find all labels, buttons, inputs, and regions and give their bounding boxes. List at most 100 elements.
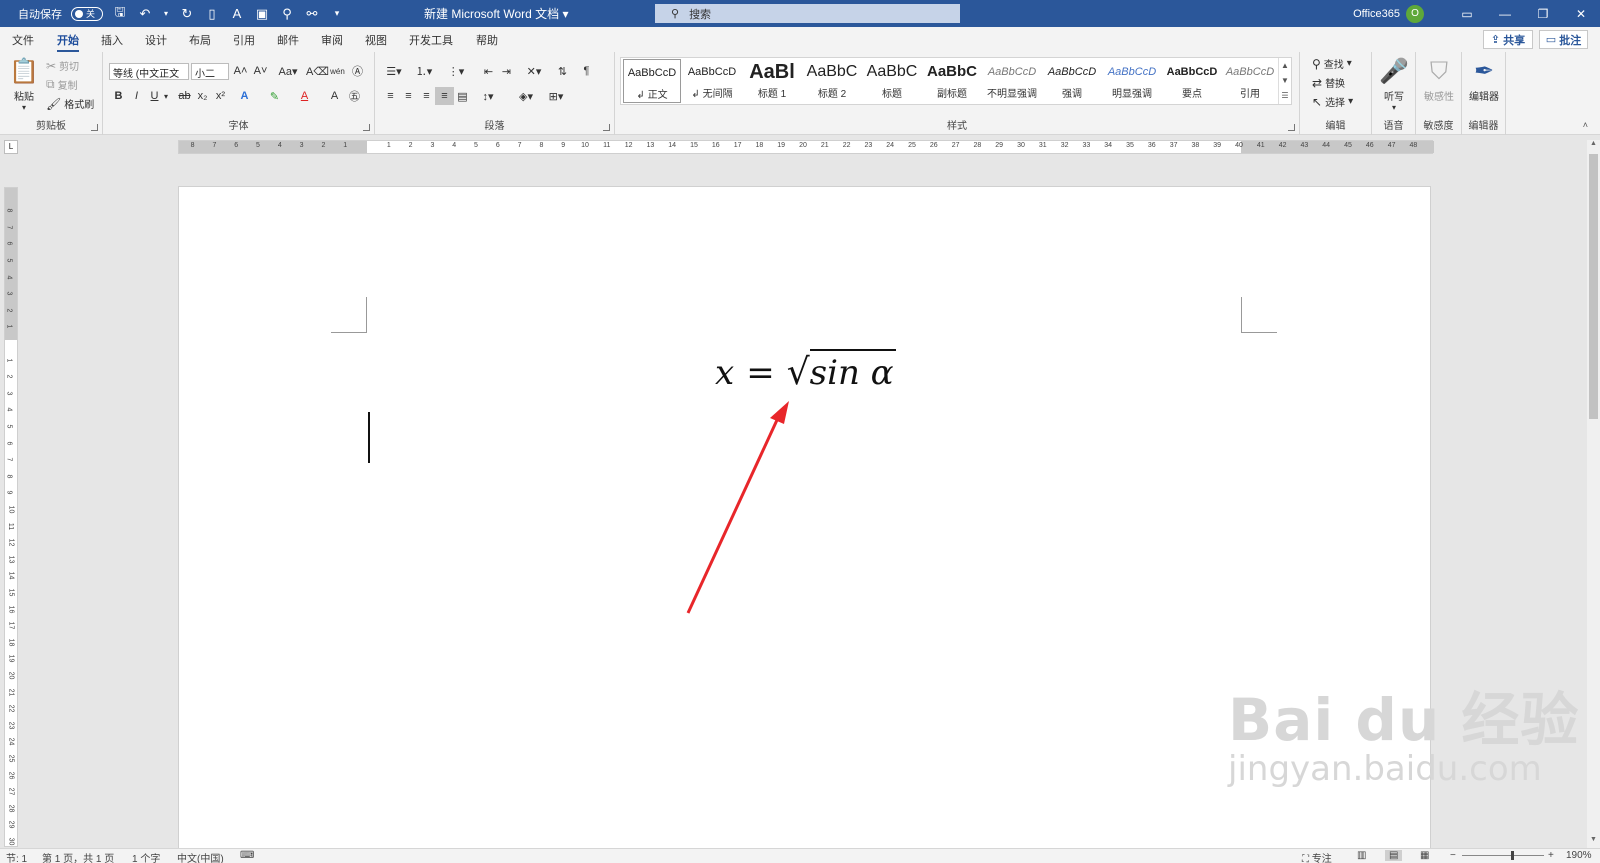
dictate-button[interactable]: 🎤 听写 ▾ — [1374, 56, 1414, 112]
scroll-down-icon[interactable]: ▼ — [1587, 836, 1600, 848]
org-chart-icon[interactable]: ⚯ — [304, 6, 320, 22]
highlight-icon[interactable]: ✎ — [265, 87, 284, 105]
print-layout-icon[interactable]: ▤ — [1385, 850, 1403, 861]
justify-icon[interactable]: ≡ — [435, 87, 454, 105]
scroll-thumb[interactable] — [1589, 154, 1598, 419]
vertical-scrollbar[interactable]: ▲ ▼ — [1587, 140, 1600, 848]
superscript-icon[interactable]: x² — [211, 87, 230, 105]
avatar[interactable]: O — [1406, 4, 1424, 23]
change-case-icon[interactable]: Aa▾ — [275, 62, 301, 80]
screenshot-icon[interactable]: ▣ — [254, 6, 270, 22]
style-intense-emphasis[interactable]: AaBbCcD 明显强调 — [1103, 59, 1161, 103]
multilevel-list-icon[interactable]: ⋮▾ — [443, 62, 469, 80]
touch-mode-icon[interactable]: ▯ — [204, 6, 220, 22]
find-icon[interactable]: ⚲ — [279, 6, 295, 22]
bullets-icon[interactable]: ☰▾ — [381, 62, 407, 80]
style-heading-1[interactable]: AaBl 标题 1 — [743, 59, 801, 103]
gallery-more-icon[interactable]: ☰ — [1279, 88, 1291, 103]
font-size-combo[interactable]: 小二 — [191, 63, 229, 80]
share-button[interactable]: ⇪ 共享 — [1483, 30, 1533, 49]
scroll-up-icon[interactable]: ▲ — [1587, 140, 1600, 152]
autosave-toggle[interactable]: 关 — [71, 6, 103, 21]
italic-icon[interactable]: I — [127, 87, 146, 105]
font-launcher-icon[interactable] — [363, 124, 370, 131]
shading-icon[interactable]: ◈▾ — [513, 87, 539, 105]
equation[interactable]: x = √ sin α — [715, 349, 896, 393]
chinese-layout-icon[interactable]: ✕▾ — [521, 62, 547, 80]
save-icon[interactable]: 🖫 — [112, 4, 128, 22]
align-center-icon[interactable]: ≡ — [399, 87, 418, 105]
style-title[interactable]: AaBbC 标题 — [863, 59, 921, 103]
read-mode-icon[interactable]: ▥ — [1357, 850, 1366, 861]
status-words[interactable]: 1 个字 — [132, 850, 160, 863]
strikethrough-icon[interactable]: ab — [175, 87, 194, 105]
status-language[interactable]: 中文(中国) — [177, 850, 224, 863]
style-normal[interactable]: AaBbCcD ↲ 正文 — [623, 59, 681, 103]
font-name-combo[interactable]: 等线 (中文正文 — [109, 63, 189, 80]
cut-button[interactable]: ✂ 剪切 — [46, 58, 79, 74]
clipboard-launcher-icon[interactable] — [91, 124, 98, 131]
find-button[interactable]: ⚲ 查找 ▾ — [1312, 56, 1352, 72]
zoom-slider-thumb[interactable] — [1511, 851, 1514, 860]
increase-indent-icon[interactable]: ⇥ — [497, 62, 516, 80]
tab-selector[interactable]: L — [4, 140, 18, 154]
style-subtle-emphasis[interactable]: AaBbCcD 不明显强调 — [983, 59, 1041, 103]
tab-design[interactable]: 设计 — [145, 32, 167, 48]
web-layout-icon[interactable]: ▦ — [1420, 850, 1429, 861]
tab-mailings[interactable]: 邮件 — [277, 32, 299, 48]
underline-dropdown-icon[interactable]: ▾ — [161, 87, 171, 105]
restore-icon[interactable]: ❐ — [1524, 0, 1562, 27]
tab-view[interactable]: 视图 — [365, 32, 387, 48]
vertical-ruler[interactable]: 8 7 6 5 4 3 2 1 1 2 3 4 5 6 7 8 9 10 11 12 13 14 15 16 17 18 19 20 2… — [4, 187, 18, 847]
numbering-icon[interactable]: ⒈▾ — [411, 62, 437, 80]
phonetic-guide-icon[interactable]: wén — [328, 62, 347, 80]
text-effects-icon[interactable]: A — [235, 87, 254, 105]
ribbon-display-options-icon[interactable]: ▭ — [1448, 0, 1486, 27]
line-spacing-icon[interactable]: ↕▾ — [475, 87, 501, 105]
customize-icon[interactable]: ▾ — [329, 6, 345, 22]
font-color-icon[interactable]: A — [295, 87, 314, 105]
proofing-icon[interactable]: ⌨ — [240, 850, 254, 861]
char-border-icon[interactable]: Ⓐ — [348, 62, 367, 80]
horizontal-ruler[interactable]: 8 7 6 5 4 3 2 1 1 2 3 4 5 6 7 8 9 10 11 12 13 14 15 16 17 18 19 20 2… — [178, 140, 1434, 154]
sort-icon[interactable]: ⇅ — [553, 62, 572, 80]
style-quote[interactable]: AaBbCcD 引用 — [1221, 59, 1279, 103]
shrink-font-icon[interactable]: A˅ — [251, 62, 270, 80]
subscript-icon[interactable]: x₂ — [193, 87, 212, 105]
format-painter-button[interactable]: 🖌 格式刷 — [46, 96, 94, 112]
editor-button[interactable]: ✒ 编辑器 — [1464, 56, 1504, 103]
style-subtitle[interactable]: AaBbC 副标题 — [923, 59, 981, 103]
zoom-in-icon[interactable]: + — [1548, 850, 1554, 861]
tab-developer[interactable]: 开发工具 — [409, 32, 453, 48]
paragraph-launcher-icon[interactable] — [603, 124, 610, 131]
search-box[interactable]: ⚲ 搜索 — [655, 4, 960, 23]
align-right-icon[interactable]: ≡ — [417, 87, 436, 105]
status-page[interactable]: 第 1 页，共 1 页 — [42, 850, 114, 863]
tab-review[interactable]: 审阅 — [321, 32, 343, 48]
focus-button[interactable]: ⛶ 专注 — [1302, 850, 1332, 863]
gallery-up-icon[interactable]: ▲ — [1279, 58, 1291, 73]
read-aloud-icon[interactable]: A — [229, 6, 245, 22]
document-title[interactable]: 新建 Microsoft Word 文档 ▾ — [424, 5, 569, 22]
status-section[interactable]: 节: 1 — [6, 850, 27, 863]
zoom-slider[interactable] — [1462, 855, 1544, 856]
replace-button[interactable]: ⇄ 替换 — [1312, 75, 1345, 91]
style-strong[interactable]: AaBbCcD 要点 — [1163, 59, 1221, 103]
distributed-icon[interactable]: ▤ — [453, 87, 472, 105]
tab-home[interactable]: 开始 — [57, 32, 79, 53]
redo-icon[interactable]: ↻ — [179, 6, 195, 22]
bold-icon[interactable]: B — [109, 87, 128, 105]
align-left-icon[interactable]: ≡ — [381, 87, 400, 105]
paste-button[interactable]: 📋 粘贴 ▾ — [6, 56, 42, 112]
zoom-out-icon[interactable]: − — [1450, 850, 1456, 861]
comments-button[interactable]: ▭ 批注 — [1539, 30, 1588, 49]
tab-file[interactable]: 文件 — [12, 32, 34, 48]
style-emphasis[interactable]: AaBbCcD 强调 — [1043, 59, 1101, 103]
zoom-level[interactable]: 190% — [1566, 850, 1592, 861]
copy-button[interactable]: ⧉ 复制 — [46, 77, 78, 92]
grow-font-icon[interactable]: A˄ — [231, 62, 250, 80]
styles-launcher-icon[interactable] — [1288, 124, 1295, 131]
tab-help[interactable]: 帮助 — [476, 32, 498, 48]
char-shading-icon[interactable]: A — [325, 87, 344, 105]
sensitivity-button[interactable]: ⛉ 敏感性 — [1418, 56, 1460, 103]
